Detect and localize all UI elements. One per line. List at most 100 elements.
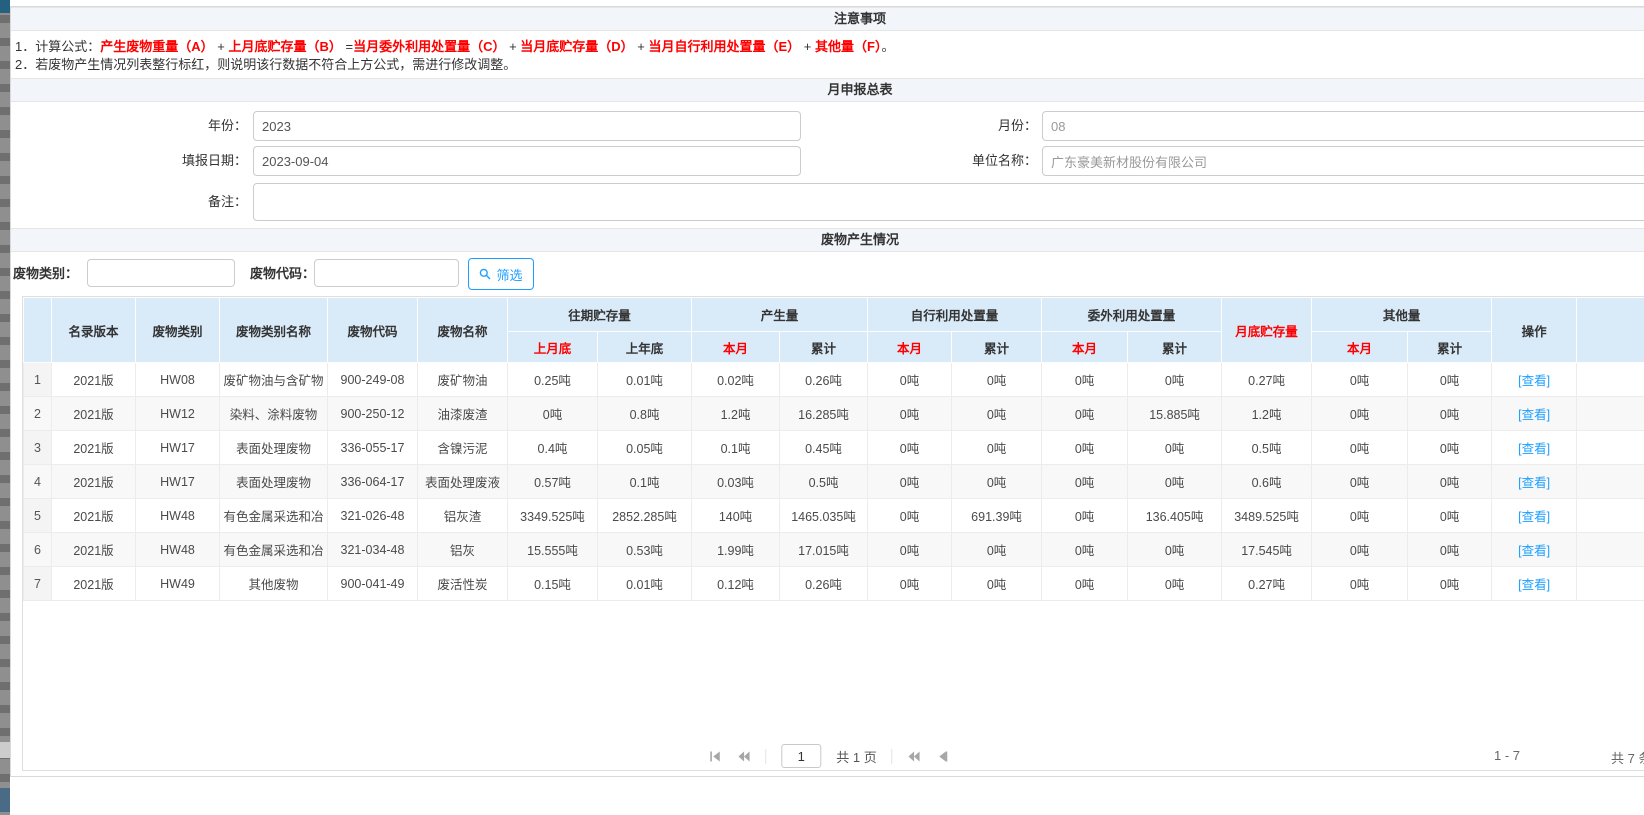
clipped-cell xyxy=(1577,567,1644,601)
data-cell: 0吨 xyxy=(1408,533,1492,567)
column-header: 上年底 xyxy=(598,332,692,363)
view-link[interactable]: [查看] xyxy=(1518,510,1550,524)
data-cell: 0吨 xyxy=(952,533,1042,567)
data-cell: 0吨 xyxy=(1312,397,1408,431)
data-cell: 900-041-49 xyxy=(328,567,418,601)
notice-title: 注意事项 xyxy=(75,8,1644,30)
column-header: 本月 xyxy=(1312,332,1408,363)
unit-name-label: 单位名称： xyxy=(881,146,1037,176)
remark-label: 备注： xyxy=(91,183,247,221)
data-cell: 0吨 xyxy=(1312,465,1408,499)
formula-term: 其他量（F） xyxy=(815,39,881,54)
data-cell: 0吨 xyxy=(1042,567,1128,601)
data-cell: HW48 xyxy=(136,499,220,533)
waste-table: 名录版本废物类别废物类别名称废物代码废物名称往期贮存量产生量自行利用处置量委外利… xyxy=(23,297,1644,601)
column-header: 累计 xyxy=(1408,332,1492,363)
data-cell: 表面处理废物 xyxy=(220,465,328,499)
view-link[interactable]: [查看] xyxy=(1518,544,1550,558)
row-index: 3 xyxy=(24,431,52,465)
data-cell: 3349.525吨 xyxy=(508,499,598,533)
data-cell: HW48 xyxy=(136,533,220,567)
waste-category-filter-input[interactable] xyxy=(87,259,235,287)
data-cell: 0吨 xyxy=(868,499,952,533)
data-cell: 0.25吨 xyxy=(508,363,598,397)
waste-code-filter-input[interactable] xyxy=(314,259,459,287)
data-cell: 2021版 xyxy=(52,431,136,465)
data-cell: 0.1吨 xyxy=(598,465,692,499)
data-cell: 其他废物 xyxy=(220,567,328,601)
unit-name-field[interactable] xyxy=(1042,146,1644,176)
data-cell: 0.02吨 xyxy=(692,363,780,397)
row-index: 1 xyxy=(24,363,52,397)
notice-section-header: 注意事项 xyxy=(11,7,1644,31)
formula-line: 1．计算公式：产生废物重量（A） + 上月底贮存量（B） =当月委外利用处置量（… xyxy=(15,39,894,54)
page-number-input[interactable] xyxy=(781,744,821,768)
data-cell: 染料、涂料废物 xyxy=(220,397,328,431)
column-header: 月底贮存量 xyxy=(1222,298,1312,363)
column-header: 产生量 xyxy=(692,298,868,332)
data-cell: 0.1吨 xyxy=(692,431,780,465)
data-cell: 2021版 xyxy=(52,533,136,567)
first-page-icon[interactable] xyxy=(709,750,722,763)
view-link[interactable]: [查看] xyxy=(1518,578,1550,592)
data-cell: 0.27吨 xyxy=(1222,567,1312,601)
clipped-cell xyxy=(1577,465,1644,499)
next-page-icon[interactable] xyxy=(908,750,921,763)
data-cell: 0吨 xyxy=(952,567,1042,601)
data-cell: 3489.525吨 xyxy=(1222,499,1312,533)
waste-title: 废物产生情况 xyxy=(75,229,1644,251)
data-cell: 1.99吨 xyxy=(692,533,780,567)
data-cell: 900-249-08 xyxy=(328,363,418,397)
data-cell: 0吨 xyxy=(1312,533,1408,567)
data-cell: 15.555吨 xyxy=(508,533,598,567)
formula-term: 上月底贮存量（B） xyxy=(228,39,341,54)
data-cell: 废矿物油 xyxy=(418,363,508,397)
view-link[interactable]: [查看] xyxy=(1518,374,1550,388)
view-link[interactable]: [查看] xyxy=(1518,442,1550,456)
column-header: 往期贮存量 xyxy=(508,298,692,332)
background-sliver-top xyxy=(0,0,10,13)
data-cell: 表面处理废液 xyxy=(418,465,508,499)
data-cell: 336-055-17 xyxy=(328,431,418,465)
notice-formula-line: 1．计算公式：产生废物重量（A） + 上月底贮存量（B） =当月委外利用处置量（… xyxy=(15,38,1635,56)
column-header: 废物类别 xyxy=(136,298,220,363)
fill-date-field[interactable] xyxy=(253,146,801,176)
view-link[interactable]: [查看] xyxy=(1518,476,1550,490)
data-cell: 0.45吨 xyxy=(780,431,868,465)
table-row: 62021版HW48有色金属采选和冶321-034-48铝灰15.555吨0.5… xyxy=(24,533,1644,567)
data-cell: 0吨 xyxy=(1408,567,1492,601)
remark-field[interactable] xyxy=(253,183,1644,221)
last-page-icon[interactable] xyxy=(936,750,949,763)
data-cell: 0吨 xyxy=(952,397,1042,431)
data-cell: 321-026-48 xyxy=(328,499,418,533)
data-cell: 17.015吨 xyxy=(780,533,868,567)
data-cell: 0.26吨 xyxy=(780,363,868,397)
action-cell: [查看] xyxy=(1492,567,1577,601)
view-link[interactable]: [查看] xyxy=(1518,408,1550,422)
data-cell: 0.15吨 xyxy=(508,567,598,601)
action-cell: [查看] xyxy=(1492,533,1577,567)
prev-page-icon[interactable] xyxy=(737,750,750,763)
table-row: 42021版HW17表面处理废物336-064-17表面处理废液0.57吨0.1… xyxy=(24,465,1644,499)
column-header: 其他量 xyxy=(1312,298,1492,332)
data-cell: 0吨 xyxy=(1312,431,1408,465)
total-pages-label: 共 1 页 xyxy=(836,747,876,766)
data-cell: 含镍污泥 xyxy=(418,431,508,465)
action-cell: [查看] xyxy=(1492,363,1577,397)
notice-notes: 1．计算公式：产生废物重量（A） + 上月底贮存量（B） =当月委外利用处置量（… xyxy=(15,38,1635,74)
data-cell: 140吨 xyxy=(692,499,780,533)
filter-button[interactable]: 筛选 xyxy=(468,258,534,290)
column-header: 自行利用处置量 xyxy=(868,298,1042,332)
data-cell: 铝灰 xyxy=(418,533,508,567)
data-cell: 0吨 xyxy=(868,431,952,465)
data-cell: 0吨 xyxy=(1042,363,1128,397)
filter-button-label: 筛选 xyxy=(496,265,522,284)
declaration-panel: 注意事项 1．计算公式：产生废物重量（A） + 上月底贮存量（B） =当月委外利… xyxy=(10,6,1644,777)
waste-section-header: 废物产生情况 xyxy=(11,228,1644,252)
data-cell: 0.01吨 xyxy=(598,363,692,397)
year-field[interactable] xyxy=(253,111,801,141)
data-cell: 0吨 xyxy=(952,465,1042,499)
month-field[interactable] xyxy=(1042,111,1644,141)
data-cell: HW17 xyxy=(136,465,220,499)
data-cell: 有色金属采选和冶 xyxy=(220,499,328,533)
